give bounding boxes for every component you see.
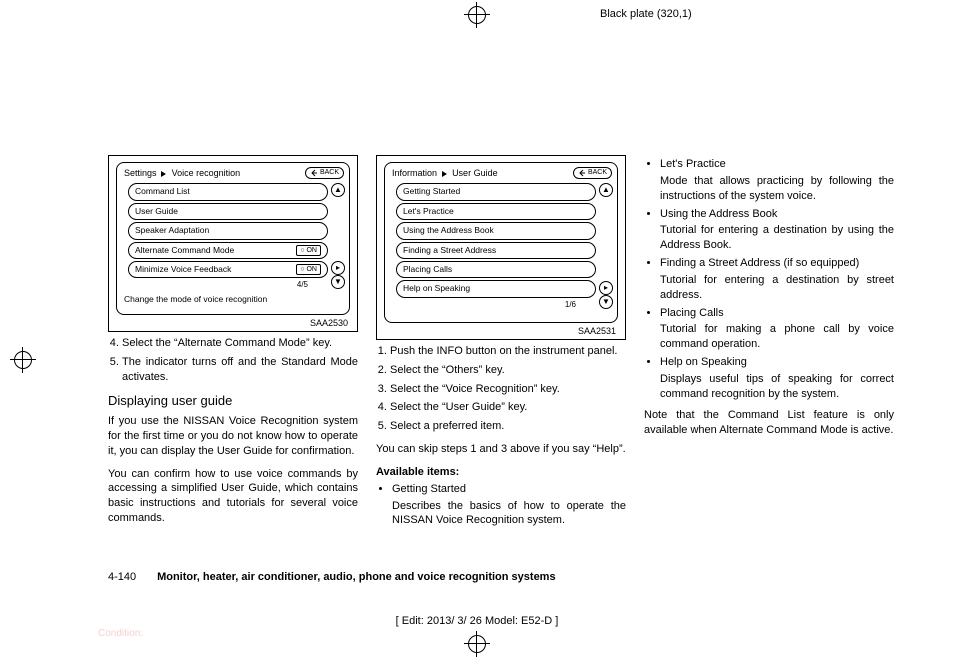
page: Black plate (320,1) Settings Voice recog…: [0, 0, 954, 661]
column-3: Let's Practice Mode that allows practici…: [644, 155, 894, 534]
column-2: Information User Guide BACK Getting Star…: [376, 155, 626, 534]
paragraph: You can confirm how to use voice command…: [108, 467, 358, 526]
toggle-on-icon: ○ ON: [296, 264, 321, 275]
crop-mark: [0, 0, 1, 50]
chevron-right-icon: [161, 171, 166, 177]
ui-breadcrumb-bar: Settings Voice recognition BACK: [120, 163, 346, 181]
list-counter: 4/5: [128, 280, 328, 291]
item-title: Getting Started: [392, 483, 466, 495]
list-item: Help on Speaking Displays useful tips of…: [660, 355, 894, 402]
list-item: Using the Address Book Tutorial for ente…: [660, 207, 894, 254]
item-desc: Tutorial for entering a destination by s…: [660, 273, 894, 303]
menu-item[interactable]: Using the Address Book: [396, 222, 596, 239]
available-items-heading: Available items:: [376, 465, 626, 480]
menu-item[interactable]: Speaker Adaptation: [128, 222, 328, 239]
page-number: 4-140: [108, 571, 154, 583]
step-item: Select the “Voice Recognition” key.: [390, 382, 626, 397]
registration-mark: [464, 631, 490, 657]
bullet-list: Let's Practice Mode that allows practici…: [644, 157, 894, 402]
ui-window: Information User Guide BACK Getting Star…: [384, 162, 618, 323]
menu-item[interactable]: Help on Speaking: [396, 280, 596, 297]
menu-item[interactable]: Let's Practice: [396, 203, 596, 220]
step-list: Select the “Alternate Command Mode” key.…: [108, 336, 358, 385]
ui-menu-list: Command List User Guide Speaker Adaptati…: [120, 181, 330, 291]
item-desc: Mode that allows practicing by following…: [660, 174, 894, 204]
step-item: Select the “Alternate Command Mode” key.: [122, 336, 358, 351]
step-item: Select the “Others” key.: [390, 363, 626, 378]
step-item: Select a preferred item.: [390, 419, 626, 434]
paragraph: If you use the NISSAN Voice Recognition …: [108, 414, 358, 459]
condition-label: Condition:: [98, 628, 143, 639]
figure-label: SAA2530: [116, 315, 350, 329]
menu-item[interactable]: Alternate Command Mode○ ON: [128, 242, 328, 259]
breadcrumb-a: Information: [392, 168, 437, 178]
ui-menu-list: Getting Started Let's Practice Using the…: [388, 181, 598, 311]
list-item: Let's Practice Mode that allows practici…: [660, 157, 894, 204]
back-arrow-icon: [578, 169, 586, 177]
page-footer: 4-140 Monitor, heater, air conditioner, …: [108, 571, 556, 583]
breadcrumb-b: User Guide: [452, 168, 498, 178]
bullet-list: Getting Started Describes the basics of …: [376, 482, 626, 529]
list-item: Getting Started Describes the basics of …: [392, 482, 626, 529]
menu-item[interactable]: User Guide: [128, 203, 328, 220]
scroll-down-icon[interactable]: ▼: [599, 295, 613, 309]
back-label: BACK: [588, 168, 607, 177]
step-item: Select the “User Guide” key.: [390, 400, 626, 415]
registration-mark: [10, 347, 36, 373]
back-label: BACK: [320, 168, 339, 177]
back-button[interactable]: BACK: [305, 167, 344, 178]
item-desc: Tutorial for making a phone call by voic…: [660, 322, 894, 352]
registration-mark: [464, 2, 490, 28]
scroll-up-icon[interactable]: ▲: [331, 183, 345, 197]
scrollbar[interactable]: ▲ ▸ ▼: [330, 181, 346, 291]
menu-item[interactable]: Finding a Street Address: [396, 242, 596, 259]
item-title: Finding a Street Address (if so equipped…: [660, 257, 859, 269]
plate-label: Black plate (320,1): [600, 8, 692, 20]
item-title: Placing Calls: [660, 307, 724, 319]
ui-breadcrumb-bar: Information User Guide BACK: [388, 163, 614, 181]
screenshot-right: Information User Guide BACK Getting Star…: [376, 155, 626, 340]
back-button[interactable]: BACK: [573, 167, 612, 178]
scroll-right-icon[interactable]: ▸: [331, 261, 345, 275]
section-heading: Displaying user guide: [108, 392, 358, 410]
figure-label: SAA2531: [384, 323, 618, 337]
scroll-down-icon[interactable]: ▼: [331, 275, 345, 289]
scrollbar[interactable]: ▲ ▸ ▼: [598, 181, 614, 311]
menu-item[interactable]: Placing Calls: [396, 261, 596, 278]
back-arrow-icon: [310, 169, 318, 177]
menu-item[interactable]: Getting Started: [396, 183, 596, 200]
item-desc: Tutorial for entering a destination by u…: [660, 223, 894, 253]
menu-item[interactable]: Command List: [128, 183, 328, 200]
toggle-on-icon: ○ ON: [296, 245, 321, 256]
scroll-right-icon[interactable]: ▸: [599, 281, 613, 295]
step-item: The indicator turns off and the Standard…: [122, 355, 358, 385]
ui-footer-hint: Change the mode of voice recognition: [120, 291, 346, 305]
menu-item[interactable]: Minimize Voice Feedback○ ON: [128, 261, 328, 278]
item-desc: Displays useful tips of speaking for cor…: [660, 372, 894, 402]
breadcrumb-a: Settings: [124, 168, 157, 178]
step-item: Push the INFO button on the instrument p…: [390, 344, 626, 359]
item-title: Let's Practice: [660, 158, 726, 170]
note-paragraph: Note that the Command List feature is on…: [644, 408, 894, 438]
list-item: Placing Calls Tutorial for making a phon…: [660, 306, 894, 353]
column-1: Settings Voice recognition BACK Command …: [108, 155, 358, 534]
ui-footer-hint: [388, 311, 614, 314]
ui-window: Settings Voice recognition BACK Command …: [116, 162, 350, 315]
list-item: Finding a Street Address (if so equipped…: [660, 256, 894, 303]
breadcrumb-b: Voice recognition: [172, 168, 241, 178]
scroll-up-icon[interactable]: ▲: [599, 183, 613, 197]
screenshot-left: Settings Voice recognition BACK Command …: [108, 155, 358, 332]
step-list: Push the INFO button on the instrument p…: [376, 344, 626, 434]
edit-stamp: [ Edit: 2013/ 3/ 26 Model: E52-D ]: [0, 615, 954, 627]
item-title: Using the Address Book: [660, 208, 777, 220]
paragraph: You can skip steps 1 and 3 above if you …: [376, 442, 626, 457]
crop-mark: [0, 100, 40, 101]
crop-mark: [0, 50, 1, 100]
section-title: Monitor, heater, air conditioner, audio,…: [157, 571, 556, 583]
content-columns: Settings Voice recognition BACK Command …: [108, 155, 894, 534]
chevron-right-icon: [442, 171, 447, 177]
list-counter: 1/6: [396, 300, 596, 311]
item-desc: Describes the basics of how to operate t…: [392, 499, 626, 529]
item-title: Help on Speaking: [660, 356, 747, 368]
